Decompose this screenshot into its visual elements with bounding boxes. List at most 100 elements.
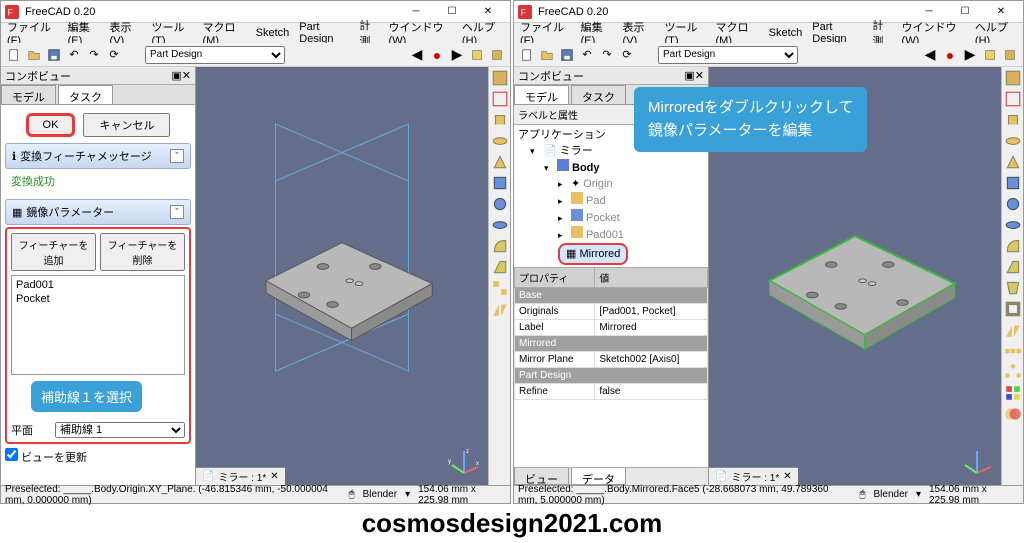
nav-style-icon[interactable]: 🖱 <box>860 489 866 500</box>
chamfer-icon[interactable] <box>491 258 509 276</box>
refresh-icon[interactable]: ⟳ <box>618 46 636 64</box>
menu-partdesign[interactable]: Part Design <box>299 21 349 45</box>
feature-list[interactable]: Pad001 Pocket <box>11 275 185 375</box>
status-nav[interactable]: Blender <box>874 489 908 500</box>
loft-icon[interactable] <box>1004 153 1022 171</box>
menu-sketch[interactable]: Sketch <box>769 27 803 39</box>
nav-left-icon[interactable]: ◀ <box>408 46 426 64</box>
hole-icon[interactable] <box>1004 195 1022 213</box>
prop-row[interactable]: Originals[Pad001, Pocket] <box>515 304 708 320</box>
feature-item[interactable]: Pocket <box>14 292 182 306</box>
save-icon[interactable] <box>558 46 576 64</box>
pocket-icon[interactable] <box>491 174 509 192</box>
sketch-icon[interactable] <box>1004 90 1022 108</box>
nav-right-icon[interactable]: ▶ <box>448 46 466 64</box>
tree-origin[interactable]: ▸✦Origin <box>516 176 706 192</box>
groove-icon[interactable] <box>491 216 509 234</box>
viewport-doc-tab[interactable]: 📄 ミラー : 1* ✕ <box>709 467 798 485</box>
undo-icon[interactable]: ↶ <box>65 46 83 64</box>
macro2-icon[interactable] <box>1001 46 1019 64</box>
status-dropdown-icon[interactable]: ▾ <box>405 489 410 500</box>
panel-pin-icon[interactable]: ▣ <box>171 69 181 82</box>
update-view-checkbox[interactable]: ビューを更新 <box>5 452 87 464</box>
open-icon[interactable] <box>25 46 43 64</box>
prop-row[interactable]: LabelMirrored <box>515 320 708 336</box>
linear-pattern-icon[interactable] <box>1004 342 1022 360</box>
nav-cube-icon[interactable]: z x y <box>446 443 482 479</box>
hole-icon[interactable] <box>491 195 509 213</box>
workbench-select[interactable]: Part Design <box>145 46 285 64</box>
tab-close-icon[interactable]: ✕ <box>270 471 278 482</box>
transform-message-header[interactable]: ℹ 変換フィーチャメッセージ ˇ <box>5 143 191 169</box>
nav-cube-icon[interactable] <box>959 443 995 479</box>
tree-pad001[interactable]: ▸Pad001 <box>516 226 706 243</box>
menu-partdesign[interactable]: Part Design <box>812 21 862 45</box>
tab-model[interactable]: モデル <box>514 85 569 104</box>
add-feature-button[interactable]: フィーチャーを追加 <box>11 233 96 271</box>
viewport-doc-tab[interactable]: 📄 ミラー : 1* ✕ <box>196 467 285 485</box>
fillet-icon[interactable] <box>1004 237 1022 255</box>
thickness-icon[interactable] <box>1004 300 1022 318</box>
mirror-icon[interactable] <box>491 300 509 318</box>
refresh-icon[interactable]: ⟳ <box>105 46 123 64</box>
macro-icon[interactable] <box>468 46 486 64</box>
macro2-icon[interactable] <box>488 46 506 64</box>
chamfer-icon[interactable] <box>1004 258 1022 276</box>
tree-pocket[interactable]: ▸Pocket <box>516 209 706 226</box>
cancel-button[interactable]: キャンセル <box>83 113 170 137</box>
new-doc-icon[interactable] <box>518 46 536 64</box>
record-icon[interactable]: ● <box>941 46 959 64</box>
ok-button[interactable]: OK <box>26 113 76 137</box>
tab-data[interactable]: データ <box>571 468 626 485</box>
plane-select[interactable]: 補助線 1 <box>55 422 185 438</box>
boolean-icon[interactable] <box>1004 405 1022 423</box>
pad-icon[interactable] <box>491 111 509 129</box>
new-doc-icon[interactable] <box>5 46 23 64</box>
body-icon[interactable] <box>1004 69 1022 87</box>
open-icon[interactable] <box>538 46 556 64</box>
prop-row[interactable]: Refinefalse <box>515 384 708 400</box>
pocket-icon[interactable] <box>1004 174 1022 192</box>
menu-sketch[interactable]: Sketch <box>256 27 290 39</box>
property-table[interactable]: プロパティ値 Base Originals[Pad001, Pocket] La… <box>514 267 708 400</box>
record-icon[interactable]: ● <box>428 46 446 64</box>
prop-row[interactable]: Mirror PlaneSketch002 [Axis0] <box>515 352 708 368</box>
body-icon[interactable] <box>491 69 509 87</box>
sketch-icon[interactable] <box>491 90 509 108</box>
panel-close-icon[interactable]: ✕ <box>695 69 704 82</box>
redo-icon[interactable]: ↷ <box>598 46 616 64</box>
tree-body[interactable]: ▾Body <box>516 159 706 176</box>
tab-view[interactable]: ビュー <box>514 468 569 485</box>
remove-feature-button[interactable]: フィーチャーを削除 <box>100 233 185 271</box>
tab-close-icon[interactable]: ✕ <box>783 471 791 482</box>
macro-icon[interactable] <box>981 46 999 64</box>
revolve-icon[interactable] <box>1004 132 1022 150</box>
tab-task[interactable]: タスク <box>571 85 626 104</box>
tab-model[interactable]: モデル <box>1 85 56 104</box>
status-dropdown-icon[interactable]: ▾ <box>916 489 921 500</box>
mirror-tool-icon[interactable] <box>1004 321 1022 339</box>
revolve-icon[interactable] <box>491 132 509 150</box>
status-nav[interactable]: Blender <box>363 489 397 500</box>
tab-task[interactable]: タスク <box>58 85 113 104</box>
collapse-icon[interactable]: ˇ <box>170 205 184 219</box>
pattern-icon[interactable] <box>491 279 509 297</box>
feature-item[interactable]: Pad001 <box>14 278 182 292</box>
workbench-select[interactable]: Part Design <box>658 46 798 64</box>
draft-icon[interactable] <box>1004 279 1022 297</box>
save-icon[interactable] <box>45 46 63 64</box>
collapse-icon[interactable]: ˇ <box>170 149 184 163</box>
nav-style-icon[interactable]: 🖱 <box>349 489 355 500</box>
multitransform-icon[interactable] <box>1004 384 1022 402</box>
panel-close-icon[interactable]: ✕ <box>182 69 191 82</box>
nav-left-icon[interactable]: ◀ <box>921 46 939 64</box>
mirror-param-header[interactable]: ▦ 鏡像パラメーター ˇ <box>5 199 191 225</box>
groove-icon[interactable] <box>1004 216 1022 234</box>
3d-viewport[interactable]: z x y 📄 ミラー : 1* ✕ <box>196 67 488 485</box>
tree-pad[interactable]: ▸Pad <box>516 192 706 209</box>
redo-icon[interactable]: ↷ <box>85 46 103 64</box>
loft-icon[interactable] <box>491 153 509 171</box>
nav-right-icon[interactable]: ▶ <box>961 46 979 64</box>
polar-pattern-icon[interactable] <box>1004 363 1022 381</box>
panel-pin-icon[interactable]: ▣ <box>684 69 694 82</box>
